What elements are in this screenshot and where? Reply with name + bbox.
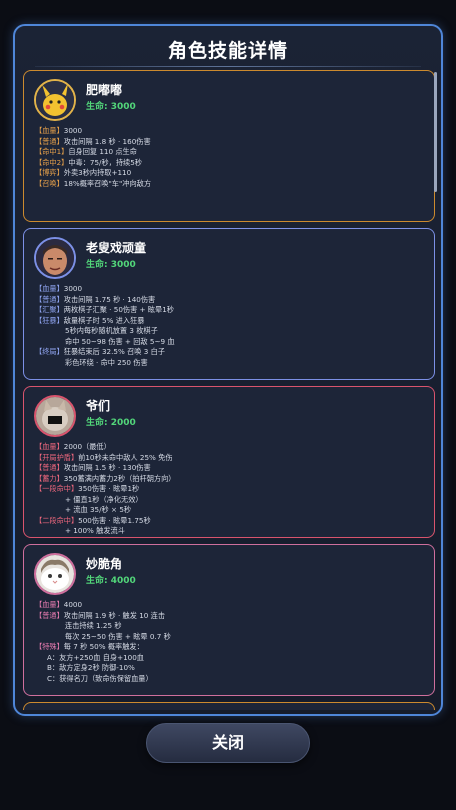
skill-line: 【召唤】18%概率召唤"车"冲向敌方 bbox=[35, 178, 152, 188]
skill-line: 【普通】攻击间隔 1.8 秒 · 160伤害 bbox=[35, 136, 151, 146]
avatar-cat-censored bbox=[34, 395, 76, 437]
skill-line: + 100% 触发流斗 bbox=[65, 526, 125, 535]
skill-line: 彩色环绕 · 命中 250 伤害 bbox=[65, 357, 148, 367]
skill-line: 命中 50~98 伤害 + 回敌 5~9 血 bbox=[65, 336, 175, 346]
title-divider bbox=[35, 66, 421, 67]
skill-line: 【命中1】自身回复 110 点生命 bbox=[35, 147, 137, 156]
skill-line: A：友方+250血 自身+100血 bbox=[47, 652, 144, 662]
dialog-title: 角色技能详情 bbox=[167, 40, 288, 62]
skill-line: 【普通】攻击间隔 1.75 秒 · 140伤害 bbox=[35, 294, 156, 304]
skill-line: 连击持续 1.25 秒 bbox=[65, 621, 122, 630]
character-name: 妙脆角 bbox=[86, 557, 123, 571]
character-card-4: 妙脆角 生命: 4000 【血量】4000 【普通】攻击间隔 1.9 秒 · 触… bbox=[23, 544, 435, 696]
character-hp: 生命: 3000 bbox=[86, 260, 136, 270]
skill-line: C：获得名刀（致命伤保留血量） bbox=[47, 673, 153, 683]
skill-line: 【终局】狂暴结束后 32.5% 召唤 3 白子 bbox=[35, 347, 165, 356]
skill-line: + 流血 35/秒 × 5秒 bbox=[65, 505, 132, 514]
skill-line: 【血量】4000 bbox=[35, 600, 83, 609]
skill-line: 【血量】2000（最低） bbox=[35, 442, 111, 451]
skill-line: 【血量】3000 bbox=[35, 126, 83, 135]
skill-line: 【普通】攻击间隔 1.9 秒 · 触发 10 连击 bbox=[35, 610, 166, 620]
scrollbar[interactable] bbox=[434, 72, 437, 192]
character-list[interactable]: 肥嘟嘟 生命: 3000 【血量】3000 【普通】攻击间隔 1.8 秒 · 1… bbox=[23, 70, 435, 710]
skill-line: 【一段命中】350伤害 · 眩晕1秒 bbox=[35, 484, 140, 493]
character-card-5 bbox=[23, 702, 435, 710]
skill-line: 【特殊】每 7 秒 50% 概率触发： bbox=[35, 642, 144, 651]
avatar-old-man bbox=[34, 237, 76, 279]
skill-line: 【血量】3000 bbox=[35, 284, 83, 293]
skill-line: 【蓄力】350蓄满内蓄力2秒（拍杆朝方向） bbox=[35, 473, 176, 483]
skill-line: + 僵直1秒（净化无效） bbox=[65, 494, 143, 504]
character-card-1: 肥嘟嘟 生命: 3000 【血量】3000 【普通】攻击间隔 1.8 秒 · 1… bbox=[23, 70, 435, 222]
skill-line: 【开局护盾】前10秒未命中敌人 25% 免伤 bbox=[35, 452, 173, 462]
skill-detail-dialog: 角色技能详情 肥嘟嘟 生命: 3000 【血量】3000 【普通】攻击间隔 1.… bbox=[13, 24, 443, 716]
skill-line: 【命中2】中毒：75/秒，持续5秒 bbox=[35, 157, 142, 167]
character-name: 老叟戏顽童 bbox=[86, 241, 147, 255]
skill-line: 【二段命中】500伤害 · 眩晕1.75秒 bbox=[35, 515, 151, 525]
skill-line: 【狂暴】敌量棋子时 5% 进入狂暴 bbox=[35, 315, 145, 325]
avatar-pikachu bbox=[34, 79, 76, 121]
skill-line: 【博弈】外卖3秒内持取+110 bbox=[35, 168, 132, 177]
character-card-2: 老叟戏顽童 生命: 3000 【血量】3000 【普通】攻击间隔 1.75 秒 … bbox=[23, 228, 435, 380]
skill-line: B：敌方定身2秒 防御-10% bbox=[47, 663, 135, 672]
close-button[interactable]: 关闭 bbox=[146, 723, 310, 763]
character-name: 爷们 bbox=[86, 399, 111, 413]
character-card-3: 爷们 生命: 2000 【血量】2000（最低） 【开局护盾】前10秒未命中敌人… bbox=[23, 386, 435, 538]
avatar-cat bbox=[34, 553, 76, 595]
skill-line: 【普通】攻击间隔 1.5 秒 · 130伤害 bbox=[35, 463, 151, 472]
character-hp: 生命: 3000 bbox=[86, 102, 136, 112]
character-hp: 生命: 2000 bbox=[86, 418, 136, 428]
character-hp: 生命: 4000 bbox=[86, 576, 136, 586]
skill-line: 每次 25~50 伤害 + 眩晕 0.7 秒 bbox=[65, 631, 171, 641]
skill-line: 【汇聚】两枚棋子汇聚 · 50伤害 + 眩晕1秒 bbox=[35, 305, 174, 314]
character-name: 肥嘟嘟 bbox=[86, 83, 123, 97]
skill-line: 5秒内每秒随机放置 3 枚棋子 bbox=[65, 326, 158, 335]
